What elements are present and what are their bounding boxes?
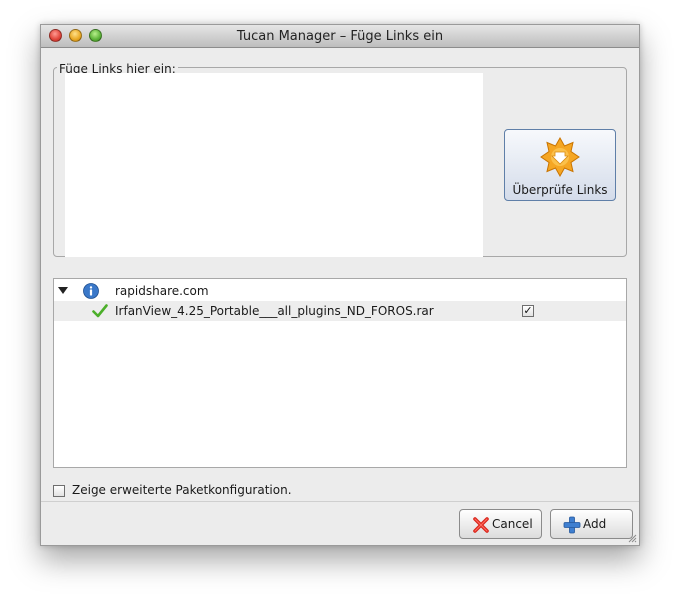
resize-grip-icon[interactable] <box>627 533 637 543</box>
blue-plus-icon <box>563 516 581 534</box>
red-x-icon <box>473 517 489 533</box>
links-input[interactable] <box>65 73 483 257</box>
divider <box>41 501 639 502</box>
info-icon <box>83 283 99 299</box>
file-name: IrfanView_4.25_Portable___all_plugins_ND… <box>115 304 434 318</box>
window-title: Tucan Manager – Füge Links ein <box>236 29 444 44</box>
dialog-window: Tucan Manager – Füge Links ein Füge Link… <box>40 24 640 546</box>
check-links-label: Überprüfe Links <box>512 183 608 197</box>
add-button[interactable]: Add <box>550 509 633 539</box>
service-name: rapidshare.com <box>115 284 209 298</box>
file-include-checkbox[interactable]: ✓ <box>522 305 534 317</box>
check-links-button[interactable]: Überprüfe Links <box>504 129 616 201</box>
advanced-config-label[interactable]: Zeige erweiterte Paketkonfiguration. <box>72 483 292 497</box>
expand-triangle-icon[interactable] <box>58 287 68 294</box>
cancel-button[interactable]: Cancel <box>459 509 542 539</box>
tree-row-service[interactable]: rapidshare.com <box>54 281 626 301</box>
links-tree[interactable]: rapidshare.com IrfanView_4.25_Portable__… <box>53 278 627 468</box>
cancel-label: Cancel <box>492 517 533 531</box>
title-bar[interactable]: Tucan Manager – Füge Links ein <box>41 25 639 48</box>
add-label: Add <box>583 517 607 531</box>
tree-row-file[interactable]: IrfanView_4.25_Portable___all_plugins_ND… <box>54 301 626 321</box>
starburst-down-arrow-icon <box>540 137 580 177</box>
green-check-icon <box>92 304 108 318</box>
advanced-config-checkbox[interactable] <box>53 485 65 497</box>
